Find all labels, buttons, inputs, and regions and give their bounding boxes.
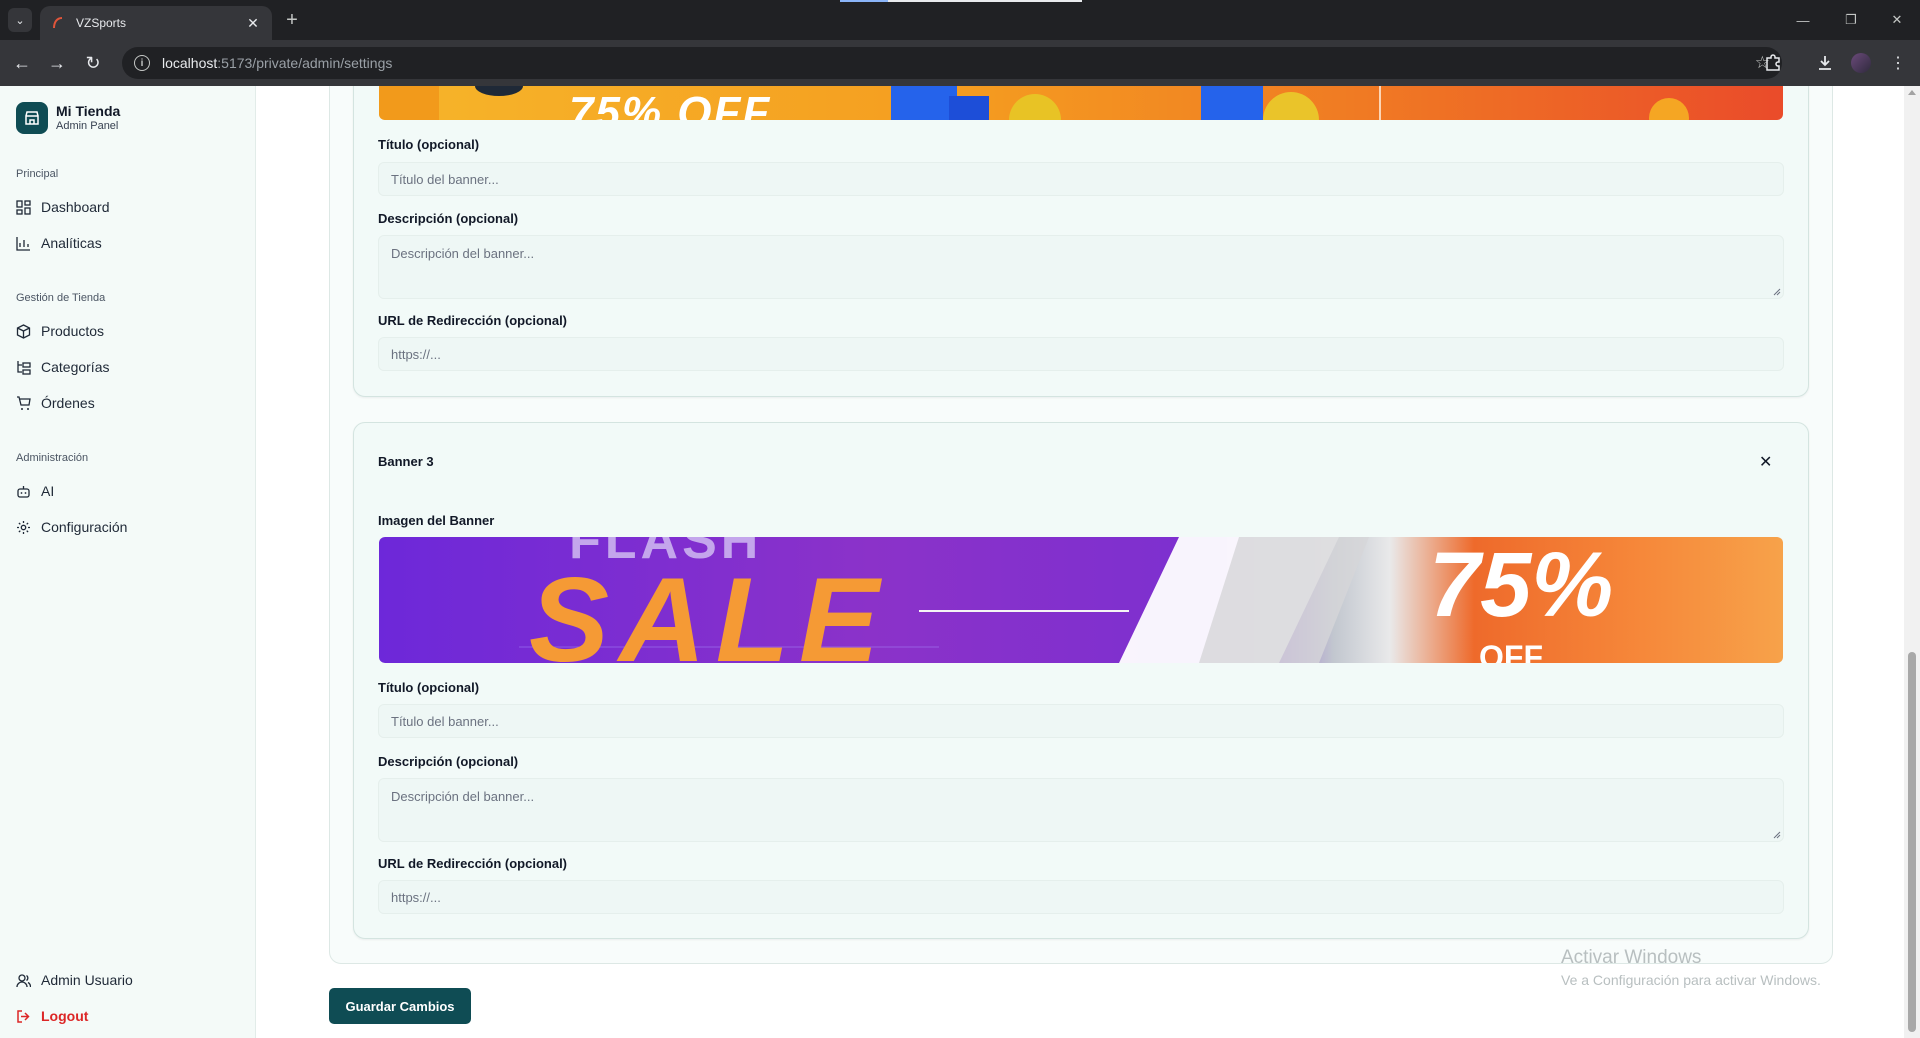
sidebar-item-label: Analíticas — [41, 235, 102, 251]
banner-2-image-text: 75% OFF — [569, 88, 772, 120]
scroll-thumb[interactable] — [1908, 652, 1916, 1032]
profile-avatar[interactable] — [1851, 53, 1871, 73]
close-window-button[interactable]: ✕ — [1882, 8, 1912, 32]
dashboard-icon — [16, 199, 31, 215]
logout-icon — [17, 1009, 30, 1023]
section-title-gestion: Gestión de Tienda — [16, 292, 106, 304]
sidebar-item-dashboard[interactable]: Dashboard — [16, 199, 110, 215]
banner-3-desc-label: Descripción (opcional) — [378, 754, 519, 769]
banner-2-title-input[interactable]: Título del banner... — [378, 162, 1784, 196]
logout-label: Logout — [41, 1008, 89, 1024]
main-content: 75% OFF Título (opcional) Título del ban… — [257, 86, 1904, 1038]
banner-2-image[interactable]: 75% OFF — [379, 86, 1783, 120]
sidebar-item-label: Dashboard — [41, 199, 110, 215]
sidebar-item-label: Configuración — [41, 519, 128, 535]
banner-3-desc-textarea[interactable]: Descripción del banner... — [378, 778, 1784, 842]
banner-2-desc-placeholder: Descripción del banner... — [391, 246, 535, 261]
brand-subtitle: Admin Panel — [56, 120, 119, 132]
sidebar-item-label: Órdenes — [41, 395, 95, 411]
resize-grip-icon[interactable] — [1773, 288, 1781, 296]
banner-3-heading: Banner 3 — [378, 454, 434, 469]
brand-name: Mi Tienda — [56, 103, 121, 119]
sidebar-item-analiticas[interactable]: Analíticas — [16, 235, 102, 251]
sidebar: Mi Tienda Admin Panel Principal Dashboar… — [0, 86, 256, 1038]
banner-3-image[interactable]: FLASH SALE 75% OFF — [379, 537, 1783, 663]
banner-2-url-input[interactable]: https://... — [378, 337, 1784, 371]
browser-menu-icon[interactable]: ⋮ — [1885, 50, 1911, 76]
sidebar-item-configuracion[interactable]: Configuración — [16, 519, 127, 535]
scroll-up-arrow-icon[interactable] — [1908, 90, 1916, 95]
restore-button[interactable]: ❐ — [1836, 8, 1866, 32]
banner-3-percent-text: 75% — [1429, 537, 1614, 636]
windows-activation-title: Activar Windows — [1561, 947, 1702, 968]
brand: Mi Tienda Admin Panel — [16, 102, 120, 134]
favicon-icon — [50, 15, 66, 31]
sidebar-item-label: AI — [41, 483, 55, 499]
chart-icon — [16, 236, 30, 251]
minimize-button[interactable]: — — [1788, 8, 1818, 32]
cart-icon — [17, 395, 31, 410]
folder-tree-icon — [17, 360, 31, 375]
banner-card-3 — [353, 422, 1809, 939]
save-changes-button[interactable]: Guardar Cambios — [329, 988, 471, 1024]
store-icon — [16, 102, 48, 134]
section-title-administracion: Administración — [16, 452, 89, 464]
back-button[interactable]: ← — [9, 50, 35, 76]
banner-2-url-label: URL de Redirección (opcional) — [378, 313, 568, 328]
site-info-icon[interactable]: i — [134, 55, 150, 71]
tab-search-button[interactable]: ⌄ — [8, 8, 32, 32]
bot-icon — [17, 485, 30, 498]
banner-2-desc-textarea[interactable]: Descripción del banner... — [378, 235, 1784, 299]
banner-3-title-label: Título (opcional) — [378, 680, 480, 695]
banner-2-desc-label: Descripción (opcional) — [378, 211, 519, 226]
banner-3-off-text: OFF — [1479, 639, 1543, 663]
sidebar-item-productos[interactable]: Productos — [16, 323, 104, 339]
sidebar-item-label: Categorías — [41, 359, 110, 375]
tab-strip-indicator — [840, 0, 888, 2]
banner-3-sale-text: SALE — [529, 553, 890, 663]
address-url: localhost:5173/private/admin/settings — [162, 55, 393, 71]
logout-button[interactable]: Logout — [16, 1008, 88, 1024]
banner-3-desc-placeholder: Descripción del banner... — [391, 789, 535, 804]
gear-icon — [17, 520, 30, 534]
banner-3-url-placeholder: https://... — [391, 889, 441, 905]
sidebar-item-label: Productos — [41, 323, 105, 339]
banner-3-url-input[interactable]: https://... — [378, 880, 1784, 914]
windows-activation-subtitle: Ve a Configuración para activar Windows. — [1561, 972, 1821, 988]
resize-grip-icon[interactable] — [1773, 831, 1781, 839]
banner-3-url-label: URL de Redirección (opcional) — [378, 856, 568, 871]
user-icon — [16, 973, 31, 987]
new-tab-button[interactable]: + — [280, 8, 304, 32]
tab-title: VZSports — [76, 16, 127, 30]
tab-close-icon[interactable]: ✕ — [244, 15, 262, 32]
browser-tab[interactable]: VZSports ✕ — [40, 6, 272, 40]
box-icon — [16, 323, 31, 339]
sidebar-user[interactable]: Admin Usuario — [16, 972, 133, 988]
banner-3-title-placeholder: Título del banner... — [391, 713, 499, 729]
browser-toolbar: ← → ↻ i localhost:5173/private/admin/set… — [0, 40, 1920, 86]
banner-2-url-placeholder: https://... — [391, 346, 441, 362]
sidebar-user-label: Admin Usuario — [41, 972, 133, 988]
section-title-principal: Principal — [16, 168, 59, 180]
banner-2-title-label: Título (opcional) — [378, 137, 480, 152]
sidebar-item-categorias[interactable]: Categorías — [16, 359, 109, 375]
sidebar-item-ai[interactable]: AI — [16, 483, 54, 499]
reload-button[interactable]: ↻ — [80, 50, 106, 76]
download-icon[interactable] — [1812, 50, 1838, 76]
address-bar[interactable]: i localhost:5173/private/admin/settings … — [122, 47, 1782, 79]
browser-tab-bar: ⌄ VZSports ✕ + — ❐ ✕ — [0, 0, 1920, 40]
sidebar-item-ordenes[interactable]: Órdenes — [16, 395, 95, 411]
remove-banner-3-icon[interactable]: ✕ — [1759, 452, 1772, 472]
banner-3-image-label: Imagen del Banner — [378, 513, 495, 528]
banner-3-title-input[interactable]: Título del banner... — [378, 704, 1784, 738]
extensions-icon[interactable] — [1760, 50, 1786, 76]
banner-2-title-placeholder: Título del banner... — [391, 171, 499, 187]
tab-strip-indicator-track — [888, 0, 1082, 2]
forward-button[interactable]: → — [44, 50, 70, 76]
page-scrollbar[interactable] — [1904, 86, 1920, 1038]
